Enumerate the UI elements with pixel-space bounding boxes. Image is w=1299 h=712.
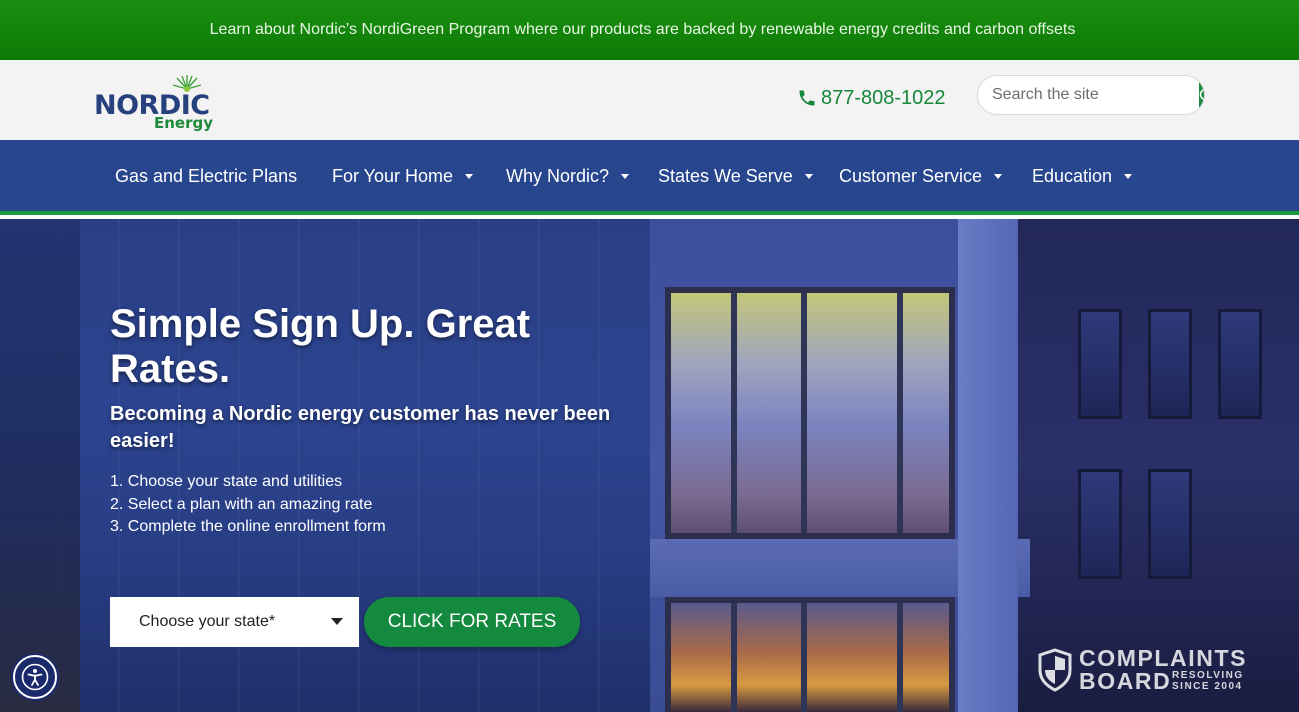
click-for-rates-button[interactable]: CLICK FOR RATES (364, 597, 580, 647)
tagline-line: SINCE 2004 (1172, 681, 1243, 692)
hero-window-mullion (801, 603, 807, 712)
nav-item-label: Gas and Electric Plans (115, 166, 298, 186)
search-input[interactable] (978, 76, 1199, 114)
list-item: 3. Complete the online enrollment form (110, 518, 386, 535)
accessibility-button[interactable] (13, 655, 57, 699)
hero-building-background (1018, 219, 1299, 712)
hero-window (1218, 309, 1262, 419)
hero-window-upper (665, 287, 955, 539)
chevron-down-icon (331, 618, 343, 625)
caret-down-icon (994, 174, 1003, 179)
hero-window (1148, 309, 1192, 419)
nav-item-gas-electric-plans[interactable]: Gas and Electric Plans (115, 166, 297, 187)
signup-steps-list: 1. Choose your state and utilities 2. Se… (110, 471, 386, 539)
search-button[interactable] (1199, 76, 1204, 114)
phone-link[interactable]: 877-808-1022 (797, 86, 946, 110)
promo-banner: Learn about Nordic’s NordiGreen Program … (0, 0, 1299, 60)
state-select-value: Choose your state* (139, 613, 276, 630)
complaints-board-tagline: RESOLVING SINCE 2004 (1172, 670, 1244, 692)
search-box (977, 75, 1205, 115)
hero-window-lower (665, 597, 955, 712)
hero-subtitle: Becoming a Nordic energy customer has ne… (110, 403, 611, 452)
promo-link[interactable]: Learn about Nordic’s NordiGreen Program … (210, 21, 1076, 39)
hero-window-mullion (801, 293, 807, 533)
nav-item-label: Why Nordic? (506, 166, 610, 186)
nav-item-why-nordic[interactable]: Why Nordic? (506, 166, 630, 187)
nav-item-label: States We Serve (658, 166, 793, 186)
nav-item-label: Education (1032, 166, 1113, 186)
main-nav: Gas and Electric Plans For Your Home Why… (0, 140, 1299, 215)
search-icon (1199, 88, 1204, 101)
cta-label: CLICK FOR RATES (387, 611, 557, 632)
hero-title: Simple Sign Up. Great Rates. (110, 302, 531, 391)
complaints-board-title: COMPLAINTS (1079, 645, 1248, 671)
hero-section: Simple Sign Up. Great Rates. Becoming a … (0, 219, 1299, 712)
nav-item-for-your-home[interactable]: For Your Home (332, 166, 474, 187)
hero-window (1078, 469, 1122, 579)
logo-subtitle: Energy (154, 114, 214, 132)
nav-item-customer-service[interactable]: Customer Service (839, 166, 1003, 187)
nav-item-label: For Your Home (332, 166, 454, 186)
nav-item-states-we-serve[interactable]: States We Serve (658, 166, 813, 187)
list-item: 2. Select a plan with an amazing rate (110, 495, 373, 513)
caret-down-icon (465, 174, 474, 179)
hero-window (1078, 309, 1122, 419)
list-item: 1. Choose your state and utilities (110, 473, 343, 490)
complaints-board-badge[interactable]: COMPLAINTS BOARD RESOLVING SINCE 2004 (1037, 646, 1251, 694)
phone-icon (799, 90, 815, 106)
hero-overlay-edge (0, 219, 80, 712)
caret-down-icon (804, 174, 813, 179)
phone-number: 877-808-1022 (821, 86, 946, 109)
hero-window-mullion (731, 293, 737, 533)
caret-down-icon (1124, 174, 1133, 179)
hero-window-mullion (731, 603, 737, 712)
site-header: NORDIC Energy 877-808-1022 (0, 60, 1299, 140)
shield-icon (1038, 648, 1072, 692)
hero-window-mullion (897, 293, 903, 533)
hero-window (1148, 469, 1192, 579)
state-select[interactable]: Choose your state* (110, 597, 359, 647)
logo[interactable]: NORDIC Energy (93, 72, 218, 134)
caret-down-icon (621, 174, 630, 179)
accessibility-icon (21, 663, 49, 691)
hero-building-column (958, 219, 1018, 712)
nav-item-label: Customer Service (839, 166, 983, 186)
tagline-line: RESOLVING (1172, 670, 1244, 681)
complaints-board-subtitle: BOARD (1079, 668, 1172, 694)
nav-item-education[interactable]: Education (1032, 166, 1133, 187)
hero-window-mullion (897, 603, 903, 712)
